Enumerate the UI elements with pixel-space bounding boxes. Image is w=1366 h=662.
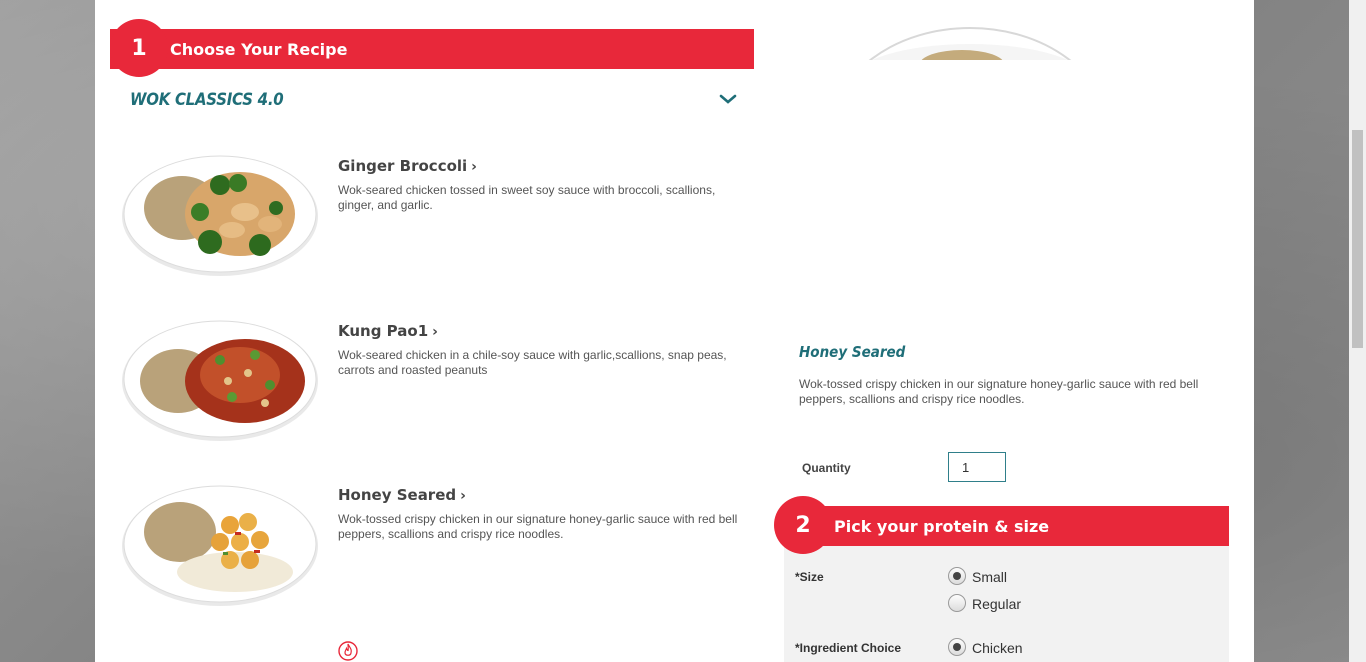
recipe-item-ginger-broccoli[interactable]: Ginger Broccoli › Wok-seared chicken toss… <box>120 150 740 280</box>
size-small-label[interactable]: Small <box>972 569 1007 585</box>
size-small-radio[interactable] <box>948 567 966 585</box>
options-panel: *Size Small Regular *Ingredient Choice C… <box>784 540 1229 662</box>
spicy-icon <box>338 641 358 661</box>
scrollbar-thumb[interactable] <box>1352 130 1363 348</box>
recipe-description: Wok-seared chicken tossed in sweet soy s… <box>338 183 716 212</box>
step2-number-badge: 2 <box>774 496 832 554</box>
ingredient-chicken-radio[interactable] <box>948 638 966 656</box>
recipe-name: Ginger Broccoli <box>338 157 468 175</box>
kung-pao-image <box>122 320 318 441</box>
recipe-name: Honey Seared <box>338 486 457 504</box>
recipe-description: Wok-seared chicken in a chile-soy sauce … <box>338 348 727 377</box>
ingredient-chicken-label[interactable]: Chicken <box>972 640 1023 656</box>
ingredient-choice-label: *Ingredient Choice <box>795 641 902 655</box>
step1-banner: Choose Your Recipe <box>110 29 754 69</box>
chevron-right-icon: › <box>460 488 466 504</box>
step2-title: Pick your protein & size <box>834 516 1050 536</box>
quantity-input[interactable] <box>948 452 1006 482</box>
recipe-name-link[interactable]: Ginger Broccoli › <box>338 157 477 175</box>
selected-recipe-description: Wok-tossed crispy chicken in our signatu… <box>799 377 1199 406</box>
honey-seared-image <box>122 485 318 606</box>
chevron-right-icon: › <box>432 324 438 340</box>
step1-number-badge: 1 <box>110 19 168 77</box>
ginger-broccoli-image <box>122 155 318 276</box>
chevron-right-icon: › <box>471 159 477 175</box>
step2-banner: Pick your protein & size <box>784 506 1229 546</box>
size-regular-radio[interactable] <box>948 594 966 612</box>
category-title: WOK CLASSICS 4.0 <box>130 90 284 110</box>
recipe-description: Wok-tossed crispy chicken in our signatu… <box>338 512 738 541</box>
recipe-name-link[interactable]: Kung Pao1 › <box>338 322 438 340</box>
size-label: *Size <box>795 570 824 584</box>
step1-title: Choose Your Recipe <box>170 39 348 59</box>
quantity-label: Quantity <box>802 461 851 475</box>
recipe-item-kung-pao[interactable]: Kung Pao1 › Wok-seared chicken in a chile… <box>120 315 740 445</box>
selected-recipe-title: Honey Seared <box>799 343 906 361</box>
recipe-name-link[interactable]: Honey Seared › <box>338 486 466 504</box>
size-regular-label[interactable]: Regular <box>972 596 1021 612</box>
vertical-scrollbar[interactable] <box>1349 0 1366 662</box>
chevron-down-icon[interactable] <box>719 93 737 105</box>
page-container: Choose Your Recipe 1 WOK CLASSICS 4.0 Gi… <box>95 0 1254 662</box>
recipe-item-honey-seared[interactable]: Honey Seared › Wok-tossed crispy chicken … <box>120 480 740 610</box>
selected-recipe-image <box>868 27 1072 60</box>
recipe-name: Kung Pao1 <box>338 322 429 340</box>
